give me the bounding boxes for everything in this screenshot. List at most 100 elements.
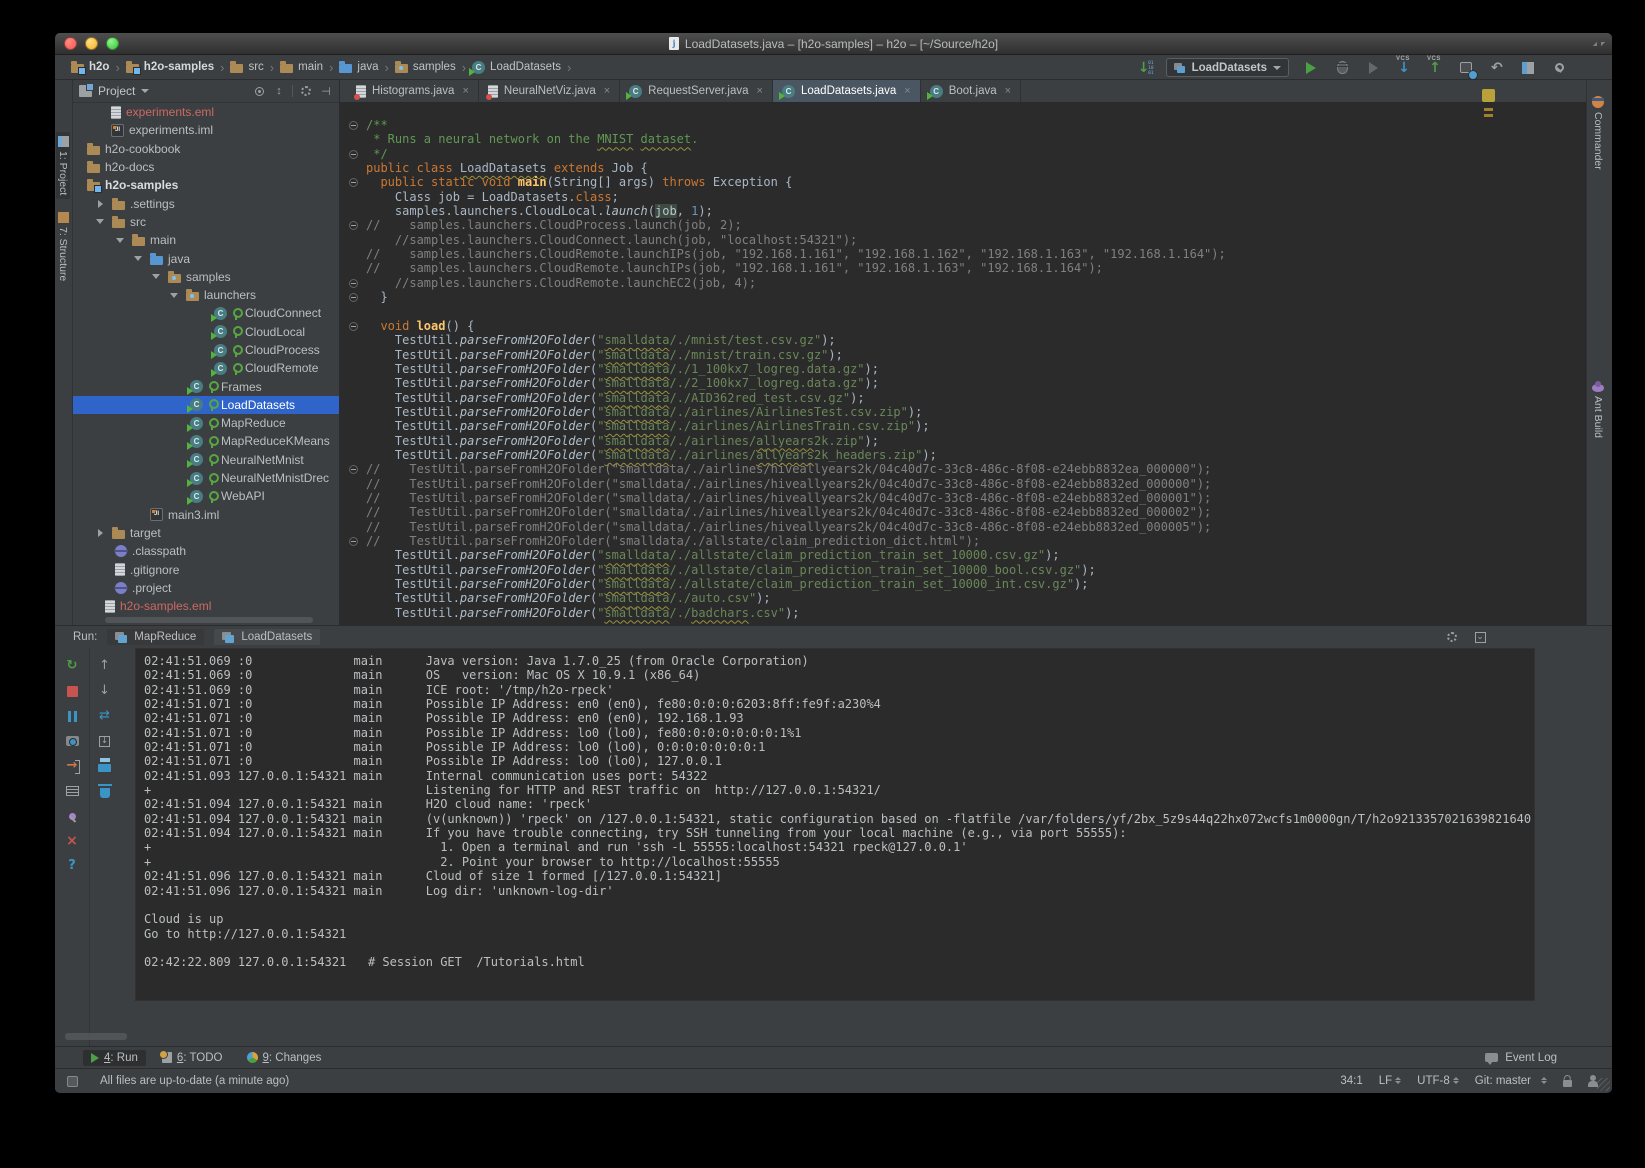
fold-gutter[interactable] xyxy=(340,319,366,333)
chevron-down-icon[interactable] xyxy=(141,89,149,93)
fold-icon[interactable] xyxy=(349,465,358,474)
exit-icon[interactable]: → xyxy=(64,758,80,774)
breadcrumb-item-src[interactable]: src xyxy=(228,61,265,73)
fold-gutter[interactable] xyxy=(340,462,366,476)
fold-gutter[interactable] xyxy=(340,175,366,189)
close-tab-icon[interactable]: × xyxy=(904,85,910,97)
fold-gutter[interactable] xyxy=(340,534,366,548)
fullscreen-icon[interactable] xyxy=(1594,39,1604,49)
vcs-update-button[interactable]: VCS↓ xyxy=(1395,59,1413,77)
search-everywhere-button[interactable] xyxy=(1550,59,1568,77)
tree-item-main3-iml[interactable]: JImain3.iml xyxy=(73,506,339,524)
pause-icon[interactable] xyxy=(64,708,80,724)
tree-item-h2o-cookbook[interactable]: h2o-cookbook xyxy=(73,140,339,158)
dock-panel-icon[interactable]: ⌄ xyxy=(1473,630,1487,644)
caret-position[interactable]: 34:1 xyxy=(1340,1075,1362,1087)
soft-wrap-icon[interactable]: ⇄ xyxy=(97,708,113,724)
vcs-branch[interactable]: Git: master xyxy=(1475,1075,1547,1087)
fold-icon[interactable] xyxy=(349,293,358,302)
run-tab-mapreduce[interactable]: MapReduce xyxy=(107,629,204,645)
tree-item-experiments-eml[interactable]: experiments.eml xyxy=(73,103,339,121)
hide-panel-icon[interactable]: ⊣ xyxy=(319,84,333,98)
tree-item-h2o-samples[interactable]: h2o-samples xyxy=(73,176,339,194)
vcs-commit-button[interactable]: VCS↑ xyxy=(1426,59,1444,77)
code-editor[interactable]: /** * Runs a neural network on the MNIST… xyxy=(340,103,1586,625)
tree-down-arrow-icon[interactable] xyxy=(113,238,127,243)
tree-item-h2o-docs[interactable]: h2o-docs xyxy=(73,158,339,176)
close-icon[interactable]: × xyxy=(64,833,80,849)
close-tab-icon[interactable]: × xyxy=(604,85,610,97)
tree-item-h2o-samples-eml[interactable]: h2o-samples.eml xyxy=(73,597,339,615)
tree-item-main[interactable]: main xyxy=(73,231,339,249)
tree-right-arrow-icon[interactable] xyxy=(93,529,107,537)
fold-icon[interactable] xyxy=(349,221,358,230)
collapse-all-icon[interactable]: ↕ xyxy=(272,84,286,98)
editor-tab-loaddatasets-java[interactable]: CLoadDatasets.java× xyxy=(773,80,921,102)
close-tab-icon[interactable]: × xyxy=(757,85,763,97)
run-tab-loaddatasets[interactable]: LoadDatasets xyxy=(214,629,320,645)
fold-icon[interactable] xyxy=(349,322,358,331)
tree-down-arrow-icon[interactable] xyxy=(93,219,107,224)
fold-gutter[interactable] xyxy=(340,276,366,290)
thread-dump-icon[interactable] xyxy=(64,733,80,749)
toolwindow-tab-9-changes[interactable]: 9: Changes xyxy=(239,1050,330,1066)
scroll-to-end-icon[interactable]: ↓ xyxy=(97,733,113,749)
fold-icon[interactable] xyxy=(349,537,358,546)
local-history-button[interactable] xyxy=(1457,59,1475,77)
zoom-window-button[interactable] xyxy=(106,37,119,50)
rerun-icon[interactable]: ↻ xyxy=(64,658,80,674)
tree-item-cloudconnect[interactable]: CCloudConnect xyxy=(73,304,339,322)
fold-icon[interactable] xyxy=(349,121,358,130)
tree-item-java[interactable]: java xyxy=(73,249,339,267)
tree-item-cloudprocess[interactable]: CCloudProcess xyxy=(73,341,339,359)
run-console[interactable]: 02:41:51.069 :0 main Java version: Java … xyxy=(135,648,1535,1001)
tree-down-arrow-icon[interactable] xyxy=(167,293,181,298)
autoscroll-icon[interactable] xyxy=(252,84,266,98)
pin-tab-icon[interactable] xyxy=(64,808,80,824)
fold-icon[interactable] xyxy=(349,178,358,187)
breadcrumb-item-main[interactable]: main xyxy=(278,61,325,73)
tree-item-neuralnetmnist[interactable]: CNeuralNetMnist xyxy=(73,451,339,469)
event-log-button[interactable]: Event Log xyxy=(1485,1052,1557,1064)
warning-stripe-mark[interactable] xyxy=(1484,114,1493,117)
gear-icon[interactable] xyxy=(1445,630,1459,644)
editor-tab-requestserver-java[interactable]: CRequestServer.java× xyxy=(620,80,773,102)
fold-gutter[interactable] xyxy=(340,218,366,232)
tree-item-neuralnetmnistdrec[interactable]: CNeuralNetMnistDrec xyxy=(73,469,339,487)
tree-item-experiments-iml[interactable]: JIexperiments.iml xyxy=(73,121,339,139)
stripe-tab-7-structure[interactable]: 7: Structure xyxy=(56,208,70,285)
tree-item-mapreduce[interactable]: CMapReduce xyxy=(73,414,339,432)
toolwindow-tab-6-todo[interactable]: 6: TODO xyxy=(154,1050,231,1066)
update-project-icon[interactable]: ↓011001 xyxy=(1135,59,1153,77)
breadcrumb-item-java[interactable]: java xyxy=(337,61,380,73)
console-settings-icon[interactable] xyxy=(64,783,80,799)
tree-item-samples[interactable]: samples xyxy=(73,268,339,286)
stop-icon[interactable] xyxy=(64,683,80,699)
tree-down-arrow-icon[interactable] xyxy=(149,274,163,279)
back-button[interactable]: ↷ xyxy=(1488,59,1506,77)
tree-item-cloudlocal[interactable]: CCloudLocal xyxy=(73,323,339,341)
breadcrumb-item-h2o-samples[interactable]: h2o-samples xyxy=(124,61,216,73)
gear-icon[interactable] xyxy=(299,84,313,98)
prev-occurrence-icon[interactable]: ↑ xyxy=(97,658,113,674)
debug-button[interactable] xyxy=(1333,59,1351,77)
run-button[interactable] xyxy=(1302,59,1320,77)
tree-item-cloudremote[interactable]: CCloudRemote xyxy=(73,359,339,377)
close-tab-icon[interactable]: × xyxy=(1005,85,1011,97)
tree-item-target[interactable]: target xyxy=(73,524,339,542)
coverage-run-button[interactable] xyxy=(1364,59,1382,77)
tree-item-webapi[interactable]: CWebAPI xyxy=(73,487,339,505)
breadcrumb-item-samples[interactable]: samples xyxy=(393,61,458,73)
tree-item-launchers[interactable]: launchers xyxy=(73,286,339,304)
stripe-tab-1-project[interactable]: 1: Project xyxy=(56,132,70,199)
tree-item-mapreducekmeans[interactable]: CMapReduceKMeans xyxy=(73,432,339,450)
tree-down-arrow-icon[interactable] xyxy=(131,256,145,261)
minimize-window-button[interactable] xyxy=(85,37,98,50)
project-horizontal-scrollbar[interactable] xyxy=(105,617,313,623)
breadcrumb-item-loaddatasets[interactable]: CLoadDatasets xyxy=(470,61,563,74)
tree-item--classpath[interactable]: .classpath xyxy=(73,542,339,560)
fold-icon[interactable] xyxy=(349,150,358,159)
breadcrumb-item-h2o[interactable]: h2o xyxy=(69,61,111,73)
tree-item--project[interactable]: .project xyxy=(73,579,339,597)
lock-icon[interactable] xyxy=(1563,1080,1572,1087)
